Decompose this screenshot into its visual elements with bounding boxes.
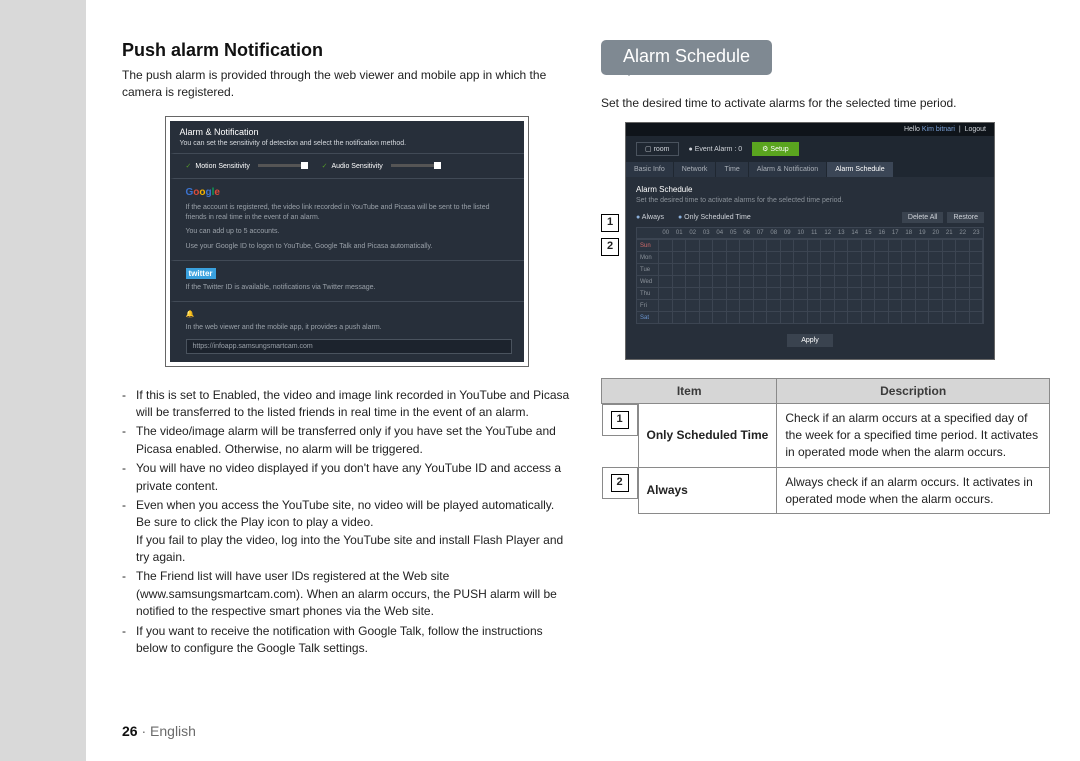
setup-button: ⚙ Setup <box>752 142 799 156</box>
audio-sensitivity-label: Audio Sensitivity <box>331 163 382 170</box>
google-desc-2: You can add up to 5 accounts. <box>186 227 512 237</box>
page-footer: 26 · English <box>122 723 196 739</box>
row2-desc: Always check if an alarm occurs. It acti… <box>777 467 1050 514</box>
page-language: English <box>150 723 196 739</box>
hour-header: 0001020304050607080910111213141516171819… <box>637 228 983 239</box>
manual-page: Push alarm Notification The push alarm i… <box>86 0 1080 761</box>
logout-link: Logout <box>965 126 986 133</box>
shot1-subtitle: You can set the sensitivity of detection… <box>180 140 514 147</box>
left-bullets: -If this is set to Enabled, the video an… <box>122 387 571 658</box>
delete-all-button: Delete All <box>902 212 944 223</box>
push-alarm-heading: Push alarm Notification <box>122 40 571 61</box>
radio-always: ● Always <box>636 214 664 221</box>
push-desc: In the web viewer and the mobile app, it… <box>186 323 512 333</box>
bell-icon: 🔔 <box>186 311 195 318</box>
twitter-desc: If the Twitter ID is available, notifica… <box>186 283 512 293</box>
callout-2: 2 <box>601 238 619 256</box>
callout-1: 1 <box>601 214 619 232</box>
bullet-1: The video/image alarm will be transferre… <box>136 423 571 458</box>
tab-basic: Basic Info <box>626 162 674 177</box>
margin-strip <box>0 0 86 761</box>
google-logo: Google <box>186 187 220 198</box>
tab-network: Network <box>674 162 717 177</box>
bullet-5: If you want to receive the notification … <box>136 623 571 658</box>
row1-desc: Check if an alarm occurs at a specified … <box>777 404 1050 467</box>
bullet-0: If this is set to Enabled, the video and… <box>136 387 571 422</box>
twitter-logo: twitter <box>186 268 216 279</box>
row2-item: Always <box>638 467 777 514</box>
row1-num: 1 <box>611 411 629 429</box>
alarm-notification-screenshot: Alarm & Notification You can set the sen… <box>165 116 529 367</box>
google-desc-1: If the account is registered, the video … <box>186 203 512 223</box>
tab-time: Time <box>716 162 748 177</box>
push-link: https://infoapp.samsungsmartcam.com <box>186 339 512 354</box>
th-item: Item <box>602 379 777 404</box>
tab-alarm-notif: Alarm & Notification <box>749 162 827 177</box>
alarm-schedule-intro: Set the desired time to activate alarms … <box>601 95 1050 112</box>
apply-button: Apply <box>787 334 833 347</box>
setup-tabs: Basic Info Network Time Alarm & Notifica… <box>626 162 994 177</box>
row2-num: 2 <box>611 474 629 492</box>
bullet-2: You will have no video displayed if you … <box>136 460 571 495</box>
google-desc-3: Use your Google ID to logon to YouTube, … <box>186 242 512 252</box>
tab-alarm-schedule: Alarm Schedule <box>827 162 893 177</box>
shot1-title: Alarm & Notification <box>180 127 514 137</box>
room-chip: ▢ room <box>636 142 679 156</box>
panel-title: Alarm Schedule <box>636 185 984 194</box>
description-table: Item Description 1 Only Scheduled Time C… <box>601 378 1050 514</box>
restore-button: Restore <box>947 212 984 223</box>
day-rows: SunMonTueWedThuFriSat <box>637 239 983 323</box>
left-column: Push alarm Notification The push alarm i… <box>122 40 571 659</box>
push-alarm-intro: The push alarm is provided through the w… <box>122 67 571 102</box>
bullet-3: Even when you access the YouTube site, n… <box>136 497 571 567</box>
audio-slider <box>391 164 441 167</box>
schedule-grid: 0001020304050607080910111213141516171819… <box>636 227 984 324</box>
panel-sub: Set the desired time to activate alarms … <box>636 197 984 204</box>
motion-slider <box>258 164 308 167</box>
page-number: 26 <box>122 723 138 739</box>
user-name: Kim bitnari <box>922 126 955 133</box>
hello-label: Hello <box>904 126 920 133</box>
radio-scheduled: ● Only Scheduled Time <box>678 214 751 221</box>
bullet-4: The Friend list will have user IDs regis… <box>136 568 571 620</box>
right-column: Alarm Schedule Set the desired time to a… <box>601 40 1050 659</box>
th-desc: Description <box>777 379 1050 404</box>
motion-sensitivity-label: Motion Sensitivity <box>195 163 249 170</box>
alarm-schedule-tab: Alarm Schedule <box>601 40 772 75</box>
alarm-schedule-screenshot: Hello Kim bitnari | Logout ▢ room ● Even… <box>625 122 995 360</box>
callouts: 1 2 <box>601 214 619 256</box>
row1-item: Only Scheduled Time <box>638 404 777 467</box>
event-alarm: ● Event Alarm : 0 <box>689 146 743 153</box>
